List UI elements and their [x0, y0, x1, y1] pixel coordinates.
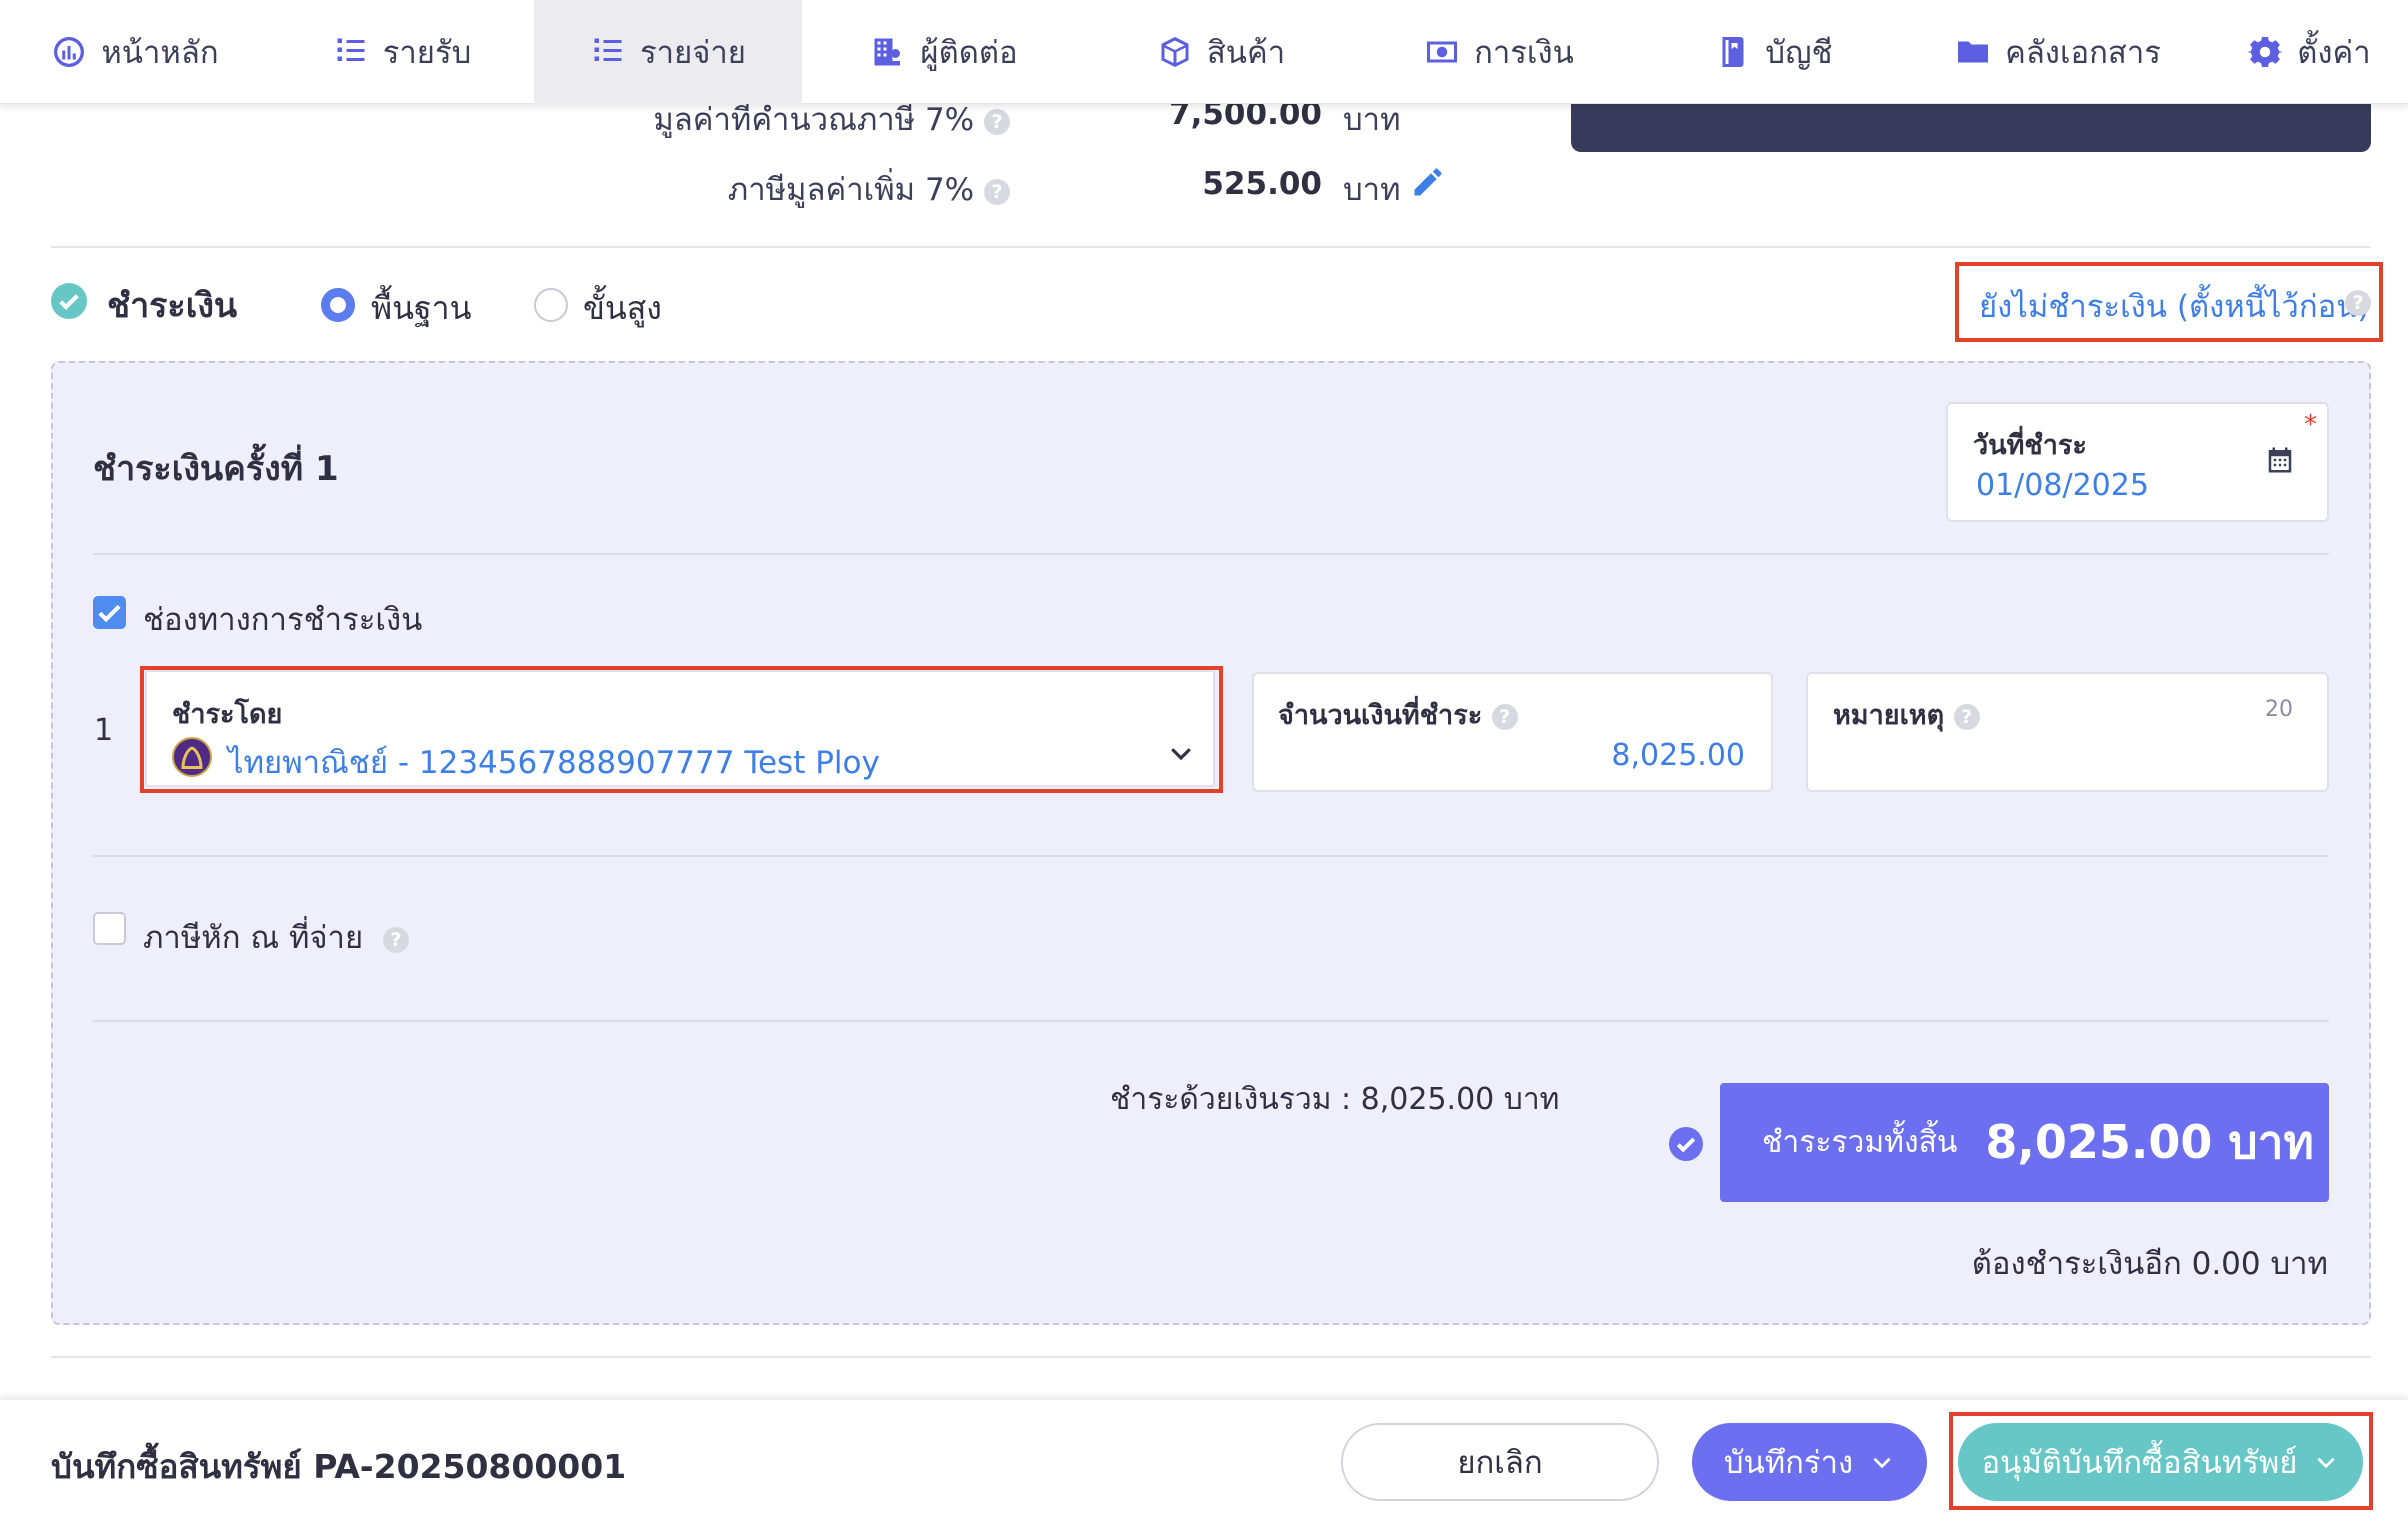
edit-pencil-icon[interactable]: [1410, 164, 1446, 200]
remaining-text: ต้องชำระเงินอีก 0.00 บาท: [1971, 1246, 2328, 1282]
defer-payment-link[interactable]: ยังไม่ชำระเงิน (ตั้งหนี้ไว้ก่อน): [1979, 281, 2370, 331]
vat-label: ภาษีมูลค่าเพิ่ม 7% ?: [728, 164, 1010, 214]
cancel-button[interactable]: ยกเลิก: [1341, 1423, 1659, 1501]
date-value: 01/08/2025: [1976, 468, 2149, 503]
save-draft-button[interactable]: บันทึกร่าง: [1692, 1423, 1927, 1501]
save-draft-label: บันทึกร่าง: [1723, 1445, 1854, 1481]
chevron-down-icon[interactable]: [1166, 738, 1196, 768]
radio-advanced-label[interactable]: ขั้นสูง: [583, 283, 662, 334]
payment-enabled-check-icon[interactable]: [51, 283, 87, 319]
dashboard-icon: [54, 37, 85, 67]
chevron-down-icon: [1873, 1457, 1891, 1469]
amount-label: จำนวนเงินที่ชำระ ?: [1278, 693, 1518, 736]
help-icon[interactable]: ?: [2345, 290, 2371, 316]
help-icon[interactable]: ?: [1491, 703, 1518, 730]
wht-label: ภาษีหัก ณ ที่จ่าย ?: [143, 912, 409, 962]
radio-basic-label[interactable]: พื้นฐาน: [371, 283, 471, 334]
radio-advanced[interactable]: [534, 288, 568, 322]
nav-label: ผู้ติดต่อ: [920, 35, 1018, 71]
summary-total-bar: [1571, 104, 2371, 152]
nav-item-contacts[interactable]: ผู้ติดต่อ: [802, 0, 1086, 104]
payment-channel-label: ช่องทางการชำระเงิน: [143, 602, 423, 638]
vat-unit: บาท: [1343, 172, 1401, 208]
payment-title: ชำระเงิน: [107, 286, 238, 326]
note-char-counter: 20: [2265, 697, 2293, 722]
folder-icon: [1958, 41, 1989, 63]
nav-item-income[interactable]: รายรับ: [270, 0, 534, 104]
vat-value: 525.00: [1202, 166, 1322, 202]
bank-logo-icon: [172, 737, 212, 777]
nav-label: รายรับ: [382, 35, 472, 71]
divider: [51, 1356, 2371, 1358]
income-list-icon: [337, 38, 365, 61]
grand-total-value: 8,025.00 บาท: [1985, 1115, 2314, 1169]
nav-label: ตั้งค่า: [2297, 35, 2371, 71]
nav-item-documents[interactable]: คลังเอกสาร: [1906, 0, 2210, 104]
contacts-icon: [874, 38, 901, 66]
radio-basic[interactable]: [321, 288, 355, 322]
pay-by-label: ชำระโดย: [172, 699, 283, 730]
highlight-approve: [1949, 1412, 2373, 1510]
nav-item-finance[interactable]: การเงิน: [1356, 0, 1642, 104]
nav-label: บัญชี: [1765, 35, 1833, 71]
document-title: บันทึกซื้อสินทรัพย์ PA-20250800001: [51, 1447, 627, 1486]
nav-item-home[interactable]: หน้าหลัก: [0, 0, 270, 104]
divider: [93, 855, 2329, 857]
divider: [51, 246, 2371, 248]
total-check-icon: [1669, 1127, 1703, 1161]
nav-item-expense[interactable]: รายจ่าย: [534, 0, 802, 104]
help-icon[interactable]: ?: [1953, 703, 1980, 730]
nav-item-products[interactable]: สินค้า: [1086, 0, 1356, 104]
page: หน้าหลัก รายรับ รายจ่าย ผู้ติดต่อ สินค้า…: [0, 0, 2408, 1516]
nav-label: คลังเอกสาร: [2005, 35, 2161, 71]
help-icon[interactable]: ?: [984, 108, 1010, 135]
installment-title: ชำระเงินครั้งที่ 1: [93, 449, 339, 489]
nav-label: หน้าหลัก: [101, 35, 219, 71]
cancel-button-label: ยกเลิก: [1457, 1445, 1543, 1481]
nav-label: การเงิน: [1474, 35, 1574, 71]
wht-checkbox[interactable]: [93, 912, 126, 945]
grand-total-label: ชำระรวมทั้งสิ้น: [1762, 1125, 1958, 1160]
row-number: 1: [94, 713, 114, 748]
product-box-icon: [1161, 37, 1189, 67]
note-label: หมายเหตุ ?: [1833, 693, 1980, 736]
grand-total-box: ชำระรวมทั้งสิ้น 8,025.00 บาท: [1720, 1083, 2329, 1202]
calendar-icon[interactable]: [2265, 445, 2295, 475]
amount-value: 8,025.00: [1611, 738, 1745, 773]
paid-total-text: ชำระด้วยเงินรวม : 8,025.00 บาท: [1110, 1082, 1560, 1117]
money-icon: [1427, 41, 1458, 63]
help-icon[interactable]: ?: [984, 178, 1010, 205]
divider: [93, 1020, 2329, 1022]
payment-channel-checkbox[interactable]: [93, 596, 126, 629]
top-nav: หน้าหลัก รายรับ รายจ่าย ผู้ติดต่อ สินค้า…: [0, 0, 2408, 104]
required-asterisk: *: [2304, 410, 2317, 440]
pay-by-value: ไทยพาณิชย์ - 1234567888907777 Test Ploy: [228, 745, 880, 781]
nav-label: รายจ่าย: [640, 35, 746, 71]
gear-icon: [2247, 37, 2284, 67]
expense-list-icon: [594, 38, 622, 61]
help-icon[interactable]: ?: [382, 926, 409, 953]
ledger-icon: [1722, 37, 1744, 67]
divider: [93, 553, 2329, 555]
nav-item-settings[interactable]: ตั้งค่า: [2210, 0, 2408, 104]
date-label: วันที่ชำระ: [1973, 430, 2087, 461]
nav-label: สินค้า: [1206, 35, 1286, 71]
nav-item-accounting[interactable]: บัญชี: [1642, 0, 1906, 104]
